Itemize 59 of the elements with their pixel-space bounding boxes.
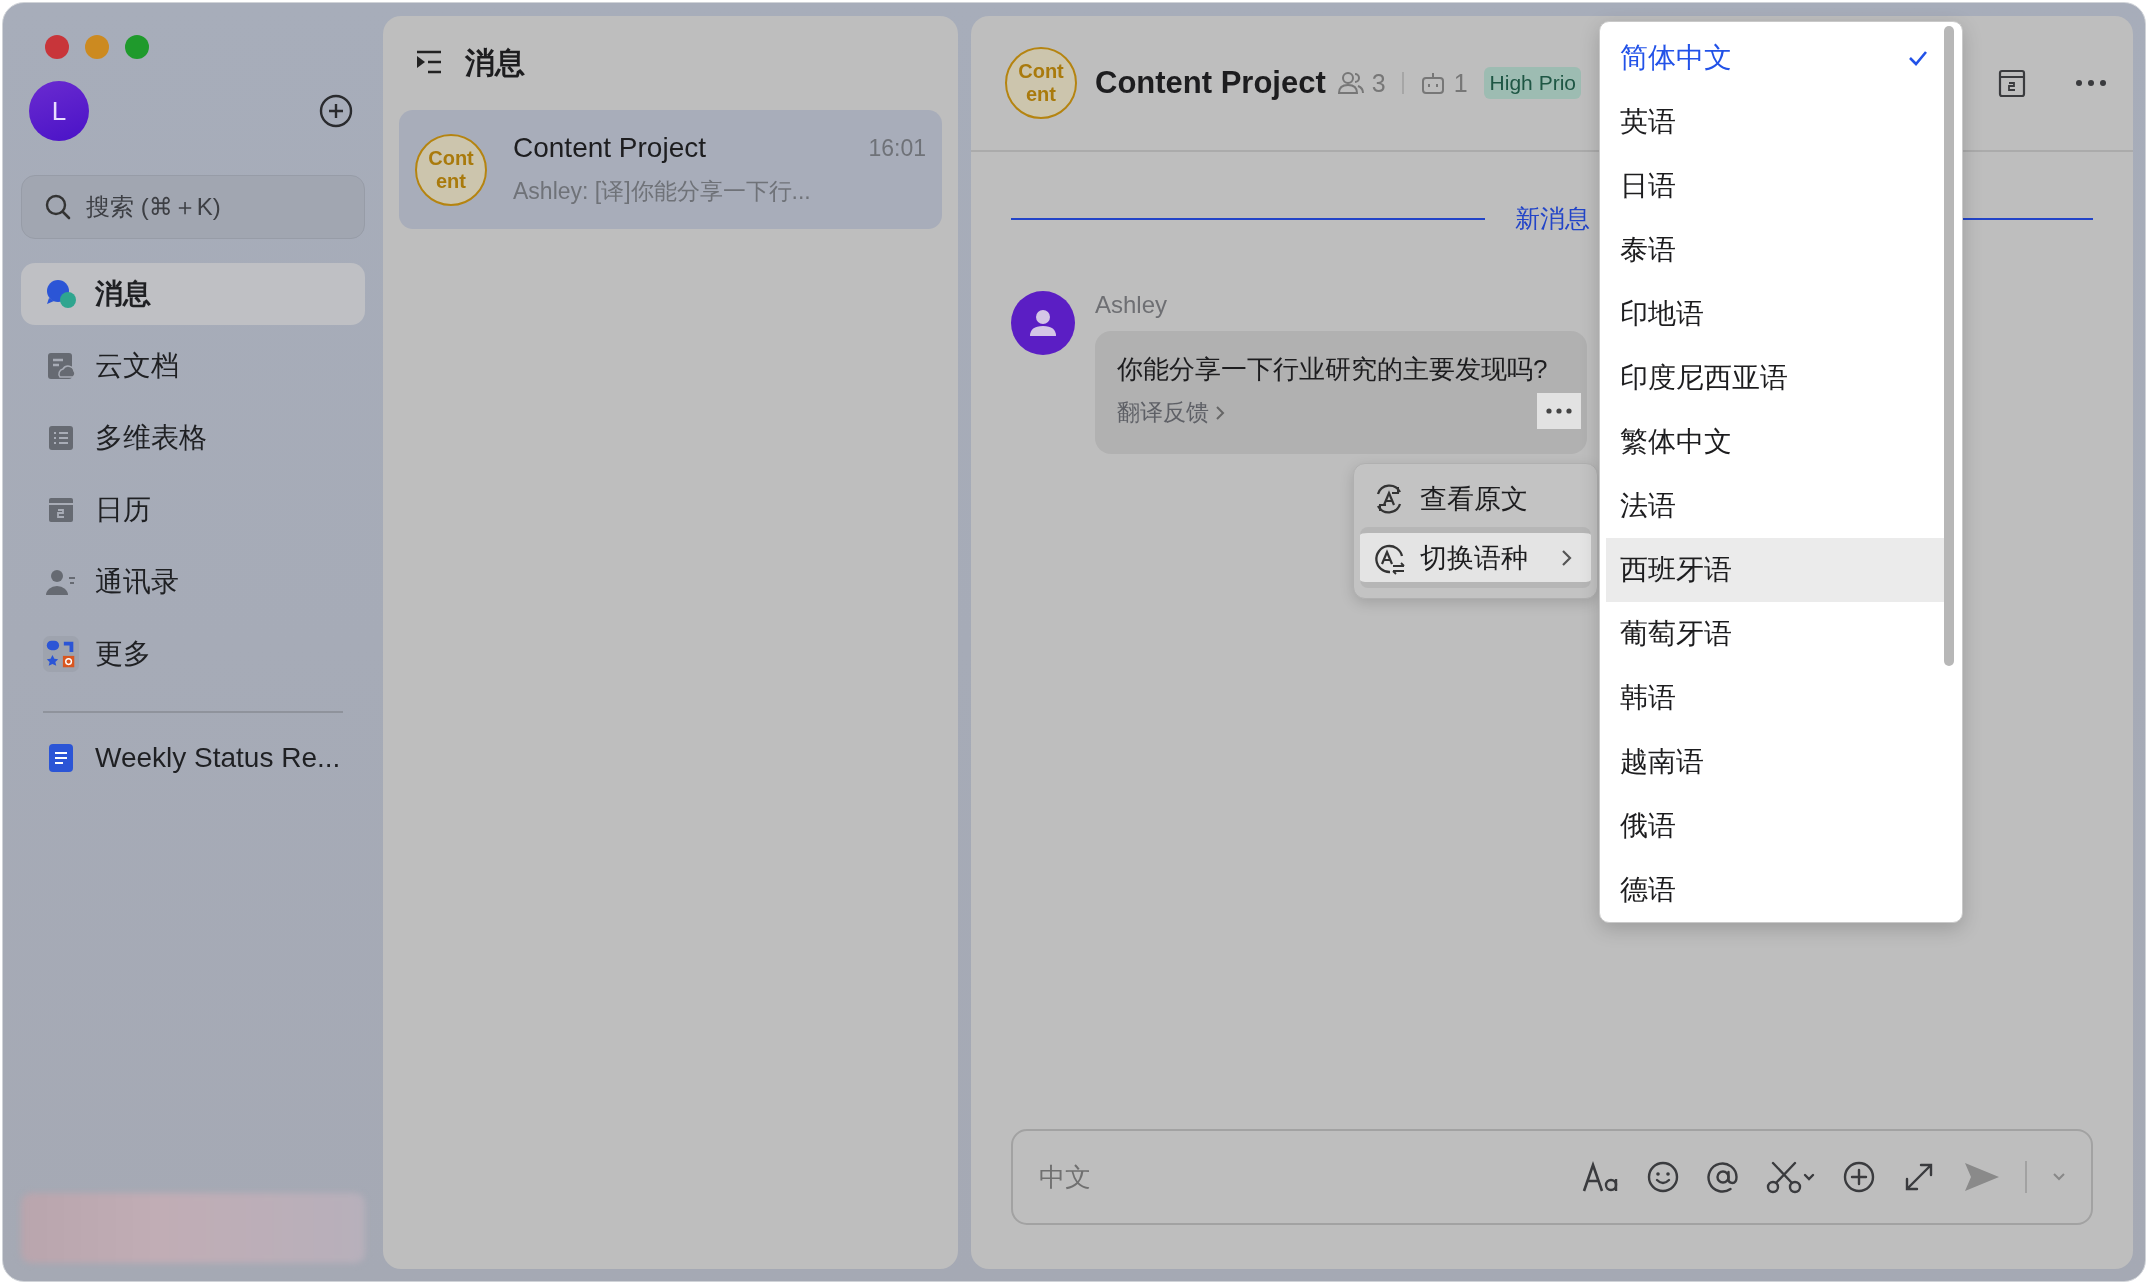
more-icon [1545, 407, 1574, 415]
sidebar-item[interactable]: 日历 [21, 479, 365, 541]
cloud-document-icon [46, 351, 76, 381]
language-option[interactable]: 越南语 [1606, 730, 1948, 794]
language-option[interactable]: 日语 [1606, 154, 1948, 218]
bot-count: 1 [1453, 68, 1468, 98]
add-icon[interactable] [319, 94, 353, 128]
document-icon [47, 743, 75, 773]
scissors-icon[interactable] [1765, 1159, 1817, 1195]
menu-item[interactable]: 切换语种 [1360, 527, 1591, 588]
list-table-icon [46, 423, 76, 453]
language-option[interactable]: 英语 [1606, 90, 1948, 154]
search-icon [44, 193, 72, 221]
more-icon[interactable] [2075, 79, 2107, 87]
language-option[interactable]: 繁体中文 [1606, 410, 1948, 474]
priority-tag: High Prio [1483, 67, 1581, 99]
search-field[interactable]: 搜索 (⌘＋K) [21, 175, 365, 239]
language-option[interactable]: 印度尼西亚语 [1606, 346, 1948, 410]
language-option[interactable]: 泰语 [1606, 218, 1948, 282]
sidebar-item[interactable]: 更多 [21, 623, 365, 685]
chat-time: 16:01 [868, 134, 926, 162]
new-messages-divider: 新消息 [1514, 203, 1590, 234]
scrollbar[interactable] [1944, 26, 1954, 666]
group-avatar: Content [1005, 47, 1077, 119]
emoji-icon[interactable] [1645, 1159, 1681, 1195]
collapse-list-icon[interactable] [415, 50, 443, 76]
language-option[interactable]: 俄语 [1606, 794, 1948, 858]
add-circle-icon[interactable] [1841, 1159, 1877, 1195]
more-button[interactable] [1537, 393, 1582, 429]
app-grid-icon [43, 635, 79, 673]
message-text: 你能分享一下行业研究的主要发现吗? [1117, 353, 1548, 385]
calendar-icon[interactable] [1997, 68, 2027, 98]
contacts-icon [45, 567, 77, 597]
chat-title: Content Project [1095, 65, 1326, 101]
sidebar-item[interactable]: 消息 [21, 263, 365, 325]
chat-bubbles-icon [45, 278, 77, 310]
language-option[interactable]: 葡萄牙语 [1606, 602, 1948, 666]
sender-name: Ashley [1095, 291, 1169, 319]
calendar-icon [46, 495, 76, 525]
language-option[interactable]: 韩语 [1606, 666, 1948, 730]
sidebar-item[interactable]: 通讯录 [21, 551, 365, 613]
language-option[interactable]: 印地语 [1606, 282, 1948, 346]
member-count: 3 [1371, 68, 1386, 98]
sidebar-item[interactable]: 云文档 [21, 335, 365, 397]
sidebar-item[interactable]: 多维表格 [21, 407, 365, 469]
chat-list-item[interactable]: Content Content Project 16:01 Ashley: [译]你能分享一下行... [399, 110, 942, 229]
menu-item[interactable]: 查看原文 [1360, 474, 1591, 523]
user-avatar[interactable]: L [29, 81, 89, 141]
chat-preview: Ashley: [译]你能分享一下行... [513, 177, 812, 206]
group-avatar: Content [415, 133, 487, 206]
panel-title: 消息 [465, 44, 525, 81]
chat-name: Content Project [513, 132, 706, 164]
language-option[interactable]: 法语 [1606, 474, 1948, 538]
pinned-document[interactable]: Weekly Status Re... [21, 727, 365, 789]
chevron-right-icon [1215, 404, 1225, 421]
mention-icon[interactable] [1705, 1159, 1741, 1195]
checkmark-icon [1908, 50, 1928, 66]
language-option[interactable]: 简体中文 [1606, 26, 1948, 90]
language-option[interactable]: 德语 [1606, 858, 1948, 922]
